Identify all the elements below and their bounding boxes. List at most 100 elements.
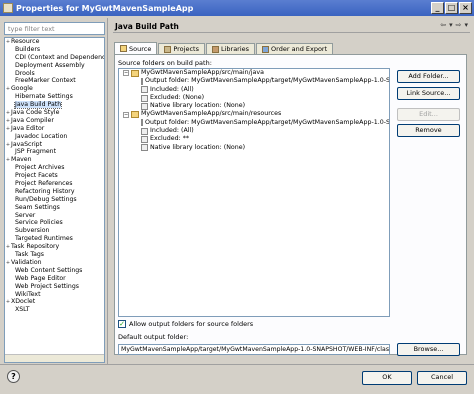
tab-icon <box>120 45 127 52</box>
category-item[interactable]: +Java Editor <box>5 125 104 133</box>
category-item[interactable]: +Resource <box>5 38 104 46</box>
forward-menu-icon[interactable]: ▾ <box>464 21 468 29</box>
attribute-label: Excluded: (None) <box>150 93 205 101</box>
category-item[interactable]: Project Archives <box>5 164 104 172</box>
attribute-label: Excluded: ** <box>150 135 190 143</box>
category-label: Google <box>11 85 33 93</box>
category-item[interactable]: +Java Code Style <box>5 109 104 117</box>
category-label: Service Policies <box>15 219 63 227</box>
category-item[interactable]: Java Build Path <box>5 101 104 110</box>
source-folder-label: MyGwtMavenSampleApp/src/main/resources <box>141 110 282 118</box>
tab-libraries[interactable]: Libraries <box>205 43 256 54</box>
tab-icon <box>164 45 172 53</box>
attribute-label: Native library location: (None) <box>150 143 246 151</box>
cancel-button[interactable]: Cancel <box>417 371 467 385</box>
category-item[interactable]: Web Page Editor <box>5 275 104 283</box>
category-item[interactable]: +Google <box>5 85 104 93</box>
category-item[interactable]: WikiText <box>5 291 104 299</box>
collapse-icon[interactable]: − <box>123 111 129 118</box>
category-item[interactable]: Refactoring History <box>5 188 104 196</box>
category-item[interactable]: Builders <box>5 46 104 54</box>
category-label: XSLT <box>15 306 30 314</box>
source-folders-tree[interactable]: − MyGwtMavenSampleApp/src/main/java Output… <box>118 68 390 317</box>
page-title: Java Build Path <box>113 20 470 33</box>
category-item[interactable]: +XDoclet <box>5 298 104 306</box>
attribute-label: Included: (All) <box>150 85 194 93</box>
category-item[interactable]: Deployment Assembly <box>5 62 104 70</box>
link-source-button[interactable]: Link Source... <box>397 87 460 100</box>
category-label: Java Editor <box>11 124 45 132</box>
category-item[interactable]: Service Policies <box>5 219 104 227</box>
source-attribute-row[interactable]: Excluded: (None) <box>119 94 389 102</box>
tab-source[interactable]: Source <box>114 42 158 54</box>
default-output-field[interactable]: MyGwtMavenSampleApp/target/MyGwtMavenSam… <box>118 344 390 355</box>
maximize-button[interactable]: □ <box>445 2 458 14</box>
category-item[interactable]: +JavaScript <box>5 141 104 149</box>
source-attribute-row[interactable]: Native library location: (None) <box>119 144 389 152</box>
filter-input[interactable]: type filter text <box>4 22 105 35</box>
category-label: Project References <box>15 180 73 188</box>
category-label: Server <box>15 211 36 219</box>
category-item[interactable]: Task Tags <box>5 251 104 259</box>
category-tree[interactable]: +Resource Builders CDI (Context and Depend… <box>4 37 105 363</box>
category-item[interactable]: Web Project Settings <box>5 283 104 291</box>
checkbox-mark-icon[interactable]: ✓ <box>118 320 126 328</box>
category-item[interactable]: Server <box>5 212 104 220</box>
category-item[interactable]: Project References <box>5 180 104 188</box>
category-label: Builders <box>15 45 41 53</box>
category-item[interactable]: +Maven <box>5 156 104 164</box>
category-item[interactable]: +Task Repository <box>5 243 104 251</box>
ok-button[interactable]: OK <box>362 371 412 385</box>
source-attribute-row[interactable]: Output folder: MyGwtMavenSampleApp/targe… <box>119 77 389 85</box>
attribute-icon <box>141 102 148 110</box>
category-item[interactable]: +Validation <box>5 259 104 267</box>
back-arrow-icon[interactable]: ⇦ <box>440 21 446 29</box>
source-attribute-row[interactable]: Native library location: (None) <box>119 102 389 110</box>
splitter[interactable] <box>107 18 110 364</box>
source-folder-label: MyGwtMavenSampleApp/src/main/java <box>141 69 264 76</box>
edit-button[interactable]: Edit... <box>397 108 460 121</box>
allow-output-checkbox[interactable]: ✓ Allow output folders for source folder… <box>118 320 253 328</box>
category-item[interactable]: JSP Fragment <box>5 148 104 156</box>
category-item[interactable]: Drools <box>5 70 104 78</box>
back-menu-icon[interactable]: ▾ <box>449 21 453 29</box>
horizontal-scrollbar[interactable] <box>5 354 104 362</box>
category-item[interactable]: CDI (Context and Dependenc <box>5 54 104 62</box>
attribute-icon <box>141 94 148 102</box>
category-item[interactable]: +Java Compiler <box>5 117 104 125</box>
source-folder-row[interactable]: − MyGwtMavenSampleApp/src/main/java <box>119 69 389 77</box>
source-attribute-row[interactable]: Excluded: ** <box>119 135 389 144</box>
category-label: Maven <box>11 156 32 164</box>
add-folder-button[interactable]: Add Folder... <box>397 70 460 83</box>
category-item[interactable]: XSLT <box>5 306 104 314</box>
source-attribute-row[interactable]: Output folder: MyGwtMavenSampleApp/targe… <box>119 119 389 127</box>
tab-projects[interactable]: Projects <box>158 43 205 54</box>
category-item[interactable]: Hibernate Settings <box>5 93 104 101</box>
browse-button[interactable]: Browse... <box>397 343 460 356</box>
category-item[interactable]: Subversion <box>5 227 104 235</box>
source-attribute-row[interactable]: Included: (All) <box>119 86 389 94</box>
category-item[interactable]: Web Content Settings <box>5 267 104 275</box>
category-item[interactable]: Project Facets <box>5 172 104 180</box>
category-item[interactable]: Run/Debug Settings <box>5 196 104 204</box>
attribute-icon <box>141 136 148 144</box>
app-icon <box>3 3 13 13</box>
help-icon[interactable]: ? <box>7 370 20 383</box>
title-bar: Properties for MyGwtMavenSampleApp _ □ × <box>0 0 474 16</box>
forward-arrow-icon[interactable]: ⇨ <box>456 21 462 29</box>
source-attribute-row[interactable]: Included: (All) <box>119 127 389 135</box>
remove-button[interactable]: Remove <box>397 124 460 137</box>
category-label: Targeted Runtimes <box>15 235 73 243</box>
source-folder-row[interactable]: − MyGwtMavenSampleApp/src/main/resources <box>119 110 389 119</box>
category-item[interactable]: FreeMarker Context <box>5 77 104 85</box>
category-item[interactable]: Seam Settings <box>5 204 104 212</box>
close-button[interactable]: × <box>459 2 472 14</box>
category-item[interactable]: Targeted Runtimes <box>5 235 104 243</box>
attribute-label: Output folder: MyGwtMavenSampleApp/targe… <box>145 77 390 85</box>
collapse-icon[interactable]: − <box>123 70 129 77</box>
tab-order-and-export[interactable]: Order and Export <box>256 43 334 54</box>
attribute-icon <box>141 77 143 85</box>
category-item[interactable]: Javadoc Location <box>5 133 104 141</box>
tab-bar: Source Projects Libraries Order and Export <box>114 42 334 54</box>
minimize-button[interactable]: _ <box>431 2 444 14</box>
